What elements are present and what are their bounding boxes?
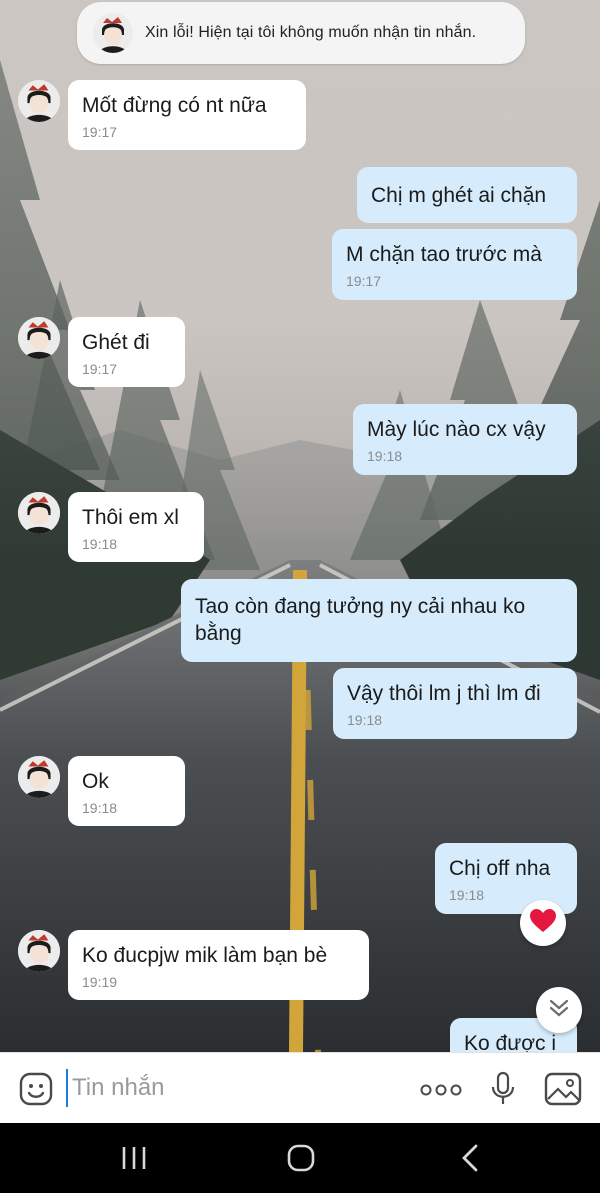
message-input-bar [0, 1052, 600, 1123]
message-time: 19:18 [82, 800, 118, 816]
message-text: Thôi em xl [82, 506, 179, 529]
recent-apps-icon[interactable] [120, 1143, 148, 1173]
back-icon[interactable] [458, 1143, 482, 1173]
message-time: 19:17 [82, 361, 118, 377]
message-text: Chị off nha [449, 857, 551, 880]
message-text: Ghét đi [82, 331, 150, 354]
blocked-notice: Xin lỗi! Hiện tại tôi không muốn nhận ti… [77, 2, 525, 64]
message-time: 19:18 [347, 712, 383, 728]
message-bubble-incoming[interactable]: Ghét đi 19:17 [68, 317, 185, 387]
message-time: 19:19 [82, 974, 118, 990]
message-input[interactable] [66, 1069, 402, 1107]
double-chevron-down-icon [548, 997, 570, 1024]
message-time: 19:17 [82, 124, 118, 140]
avatar[interactable] [18, 80, 60, 122]
message-time: 19:18 [82, 536, 118, 552]
home-icon[interactable] [286, 1143, 316, 1173]
system-navigation-bar [0, 1123, 600, 1193]
message-bubble-outgoing[interactable]: Vậy thôi lm j thì lm đi 19:18 [333, 668, 577, 739]
message-text: Ko đucpjw mik làm bạn bè [82, 944, 328, 967]
message-text: Tao còn đang tưởng ny cải nhau ko bằng [195, 595, 526, 645]
avatar[interactable] [93, 13, 133, 53]
avatar[interactable] [18, 492, 60, 534]
message-time: 19:17 [346, 273, 382, 289]
message-text: Vậy thôi lm j thì lm đi [347, 682, 541, 705]
message-text: Mốt đừng có nt nữa [82, 94, 267, 117]
message-text: Mày lúc nào cx vậy [367, 418, 546, 441]
more-icon[interactable] [420, 1083, 462, 1101]
message-bubble-outgoing[interactable]: Chị m ghét ai chặn [357, 167, 577, 223]
message-bubble-outgoing[interactable]: Tao còn đang tưởng ny cải nhau ko bằng [181, 579, 577, 662]
reaction-button[interactable] [520, 900, 566, 946]
message-text: M chặn tao trước mà [346, 243, 542, 266]
message-bubble-outgoing[interactable]: M chặn tao trước mà 19:17 [332, 229, 577, 300]
avatar[interactable] [18, 756, 60, 798]
message-text: Ko được i [464, 1032, 557, 1052]
sticker-icon[interactable] [18, 1071, 54, 1112]
notice-text: Xin lỗi! Hiện tại tôi không muốn nhận ti… [145, 24, 477, 41]
message-bubble-outgoing[interactable]: Mày lúc nào cx vậy 19:18 [353, 404, 577, 475]
image-icon[interactable] [544, 1071, 582, 1112]
message-bubble-incoming[interactable]: Ko đucpjw mik làm bạn bè 19:19 [68, 930, 369, 1000]
avatar[interactable] [18, 930, 60, 972]
message-text: Chị m ghét ai chặn [371, 184, 547, 207]
message-bubble-incoming[interactable]: Mốt đừng có nt nữa 19:17 [68, 80, 306, 150]
microphone-icon[interactable] [490, 1071, 516, 1112]
scroll-to-bottom-button[interactable] [536, 987, 582, 1033]
message-bubble-incoming[interactable]: Ok 19:18 [68, 756, 185, 826]
message-bubble-incoming[interactable]: Thôi em xl 19:18 [68, 492, 204, 562]
avatar[interactable] [18, 317, 60, 359]
heart-icon [530, 908, 556, 938]
message-text: Ok [82, 770, 109, 793]
message-time: 19:18 [367, 448, 403, 464]
